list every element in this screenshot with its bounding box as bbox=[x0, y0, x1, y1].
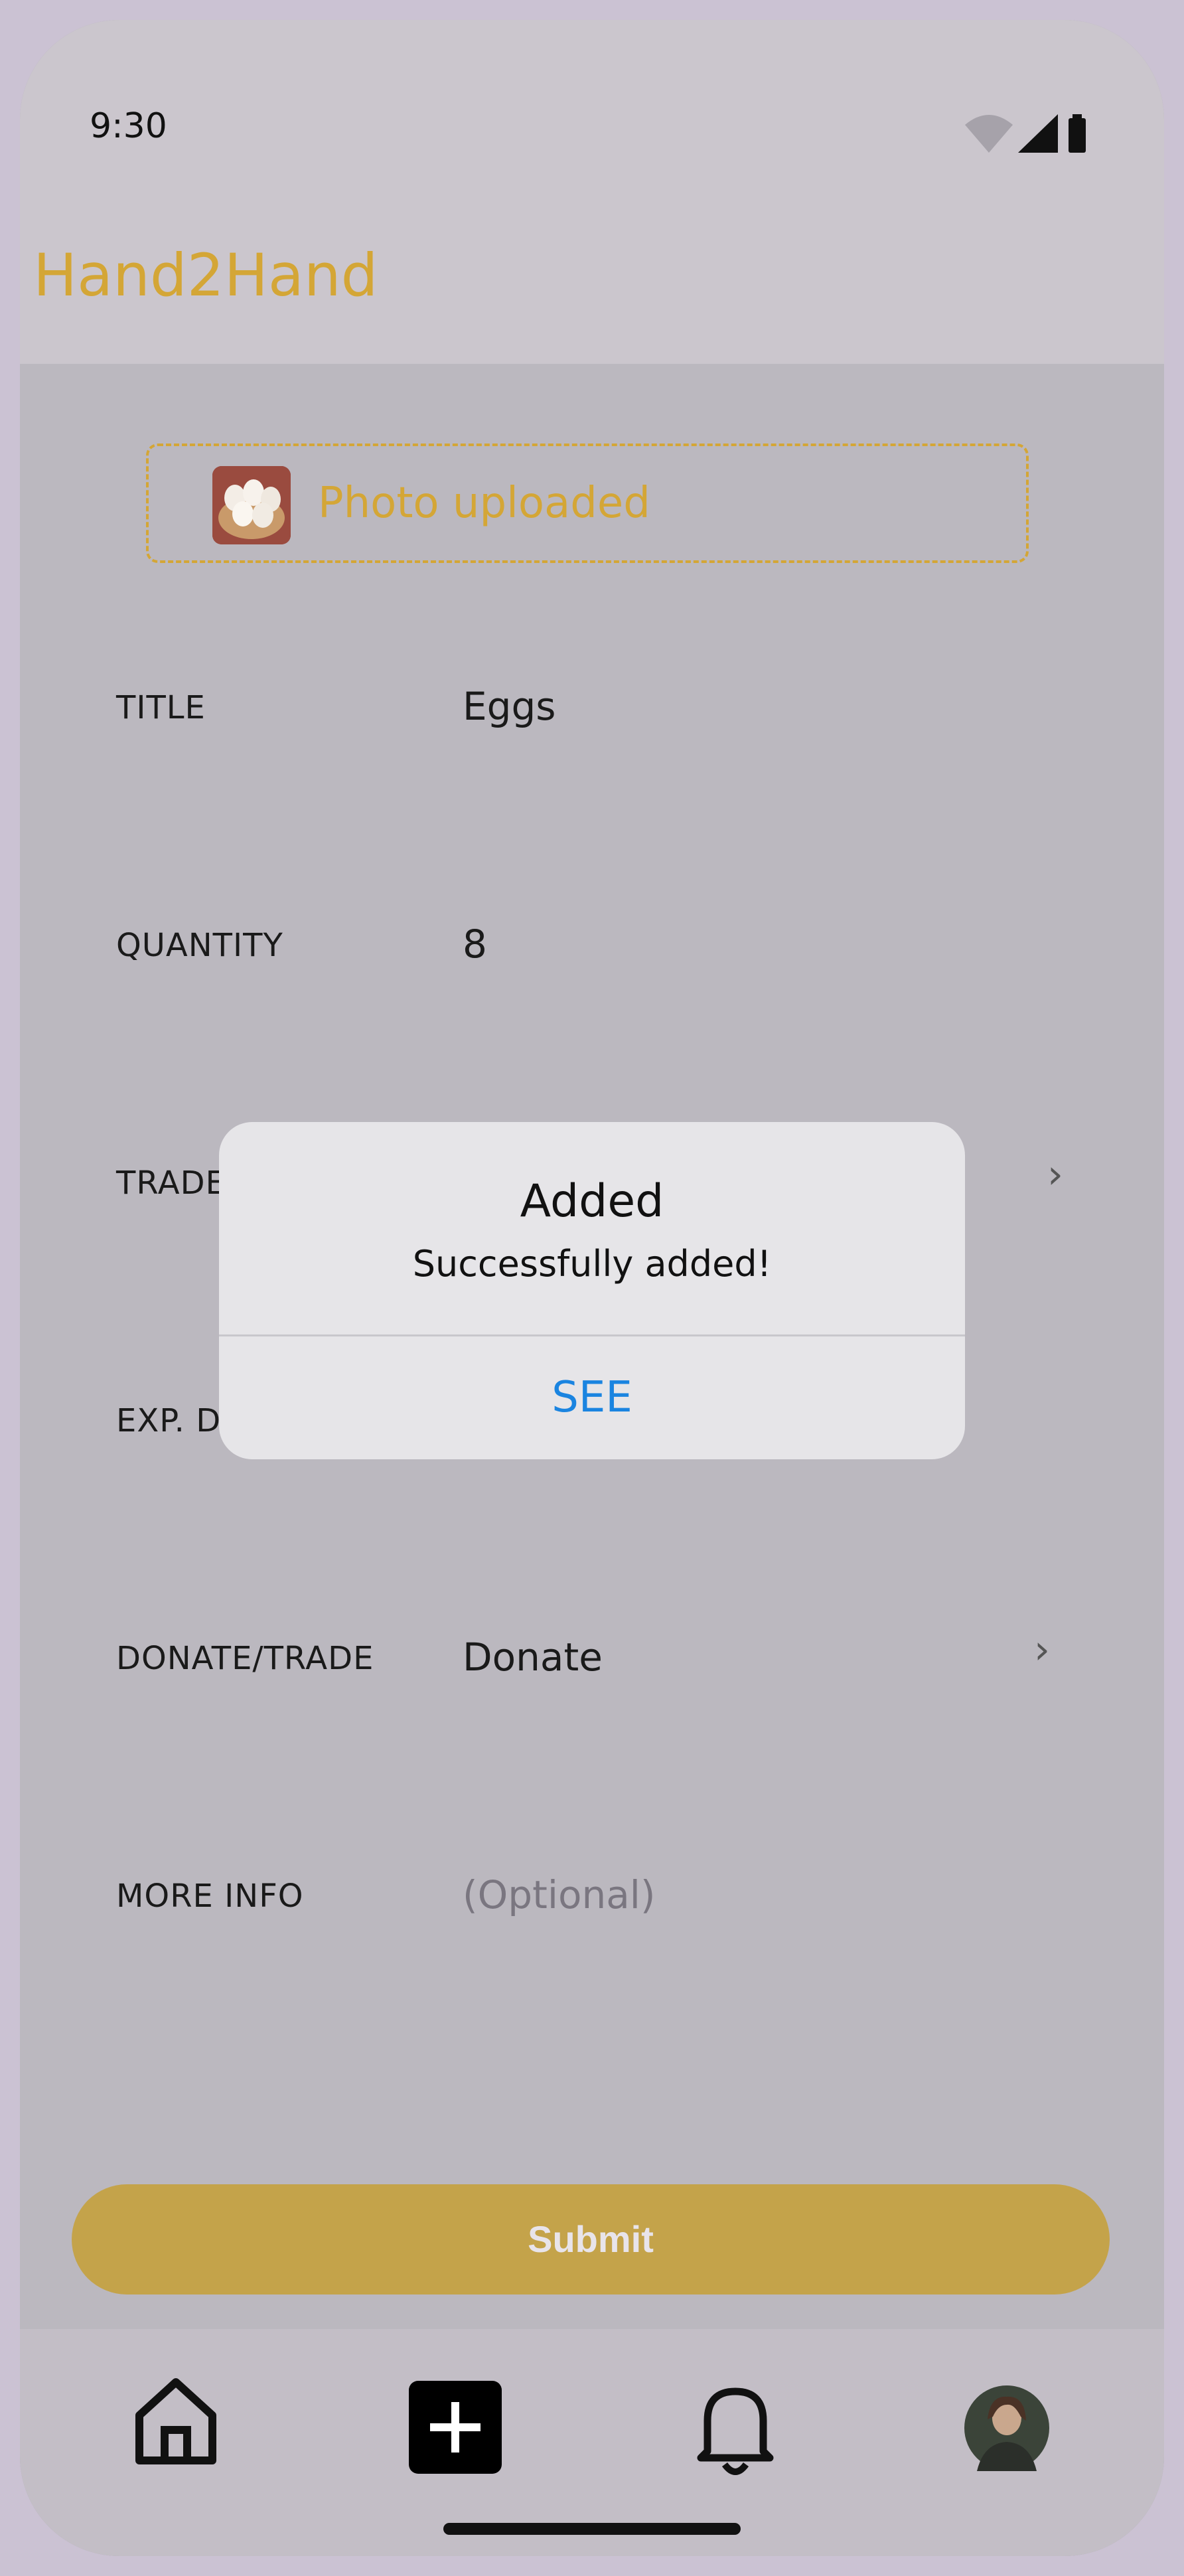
avatar[interactable] bbox=[964, 2385, 1050, 2474]
app-title: Hand2Hand bbox=[33, 241, 378, 309]
signal-icon bbox=[1018, 114, 1058, 153]
submit-button[interactable]: Submit bbox=[72, 2184, 1110, 2294]
added-dialog: Added Successfully added! SEE bbox=[219, 1122, 965, 1459]
see-button[interactable]: SEE bbox=[219, 1336, 965, 1459]
app-bar: Hand2Hand bbox=[20, 219, 1164, 364]
exp-date-label: EXP. D bbox=[116, 1402, 222, 1439]
trade-label: TRADE bbox=[116, 1165, 226, 1202]
home-indicator bbox=[443, 2523, 741, 2535]
status-time: 9:30 bbox=[90, 106, 167, 146]
more-info-field[interactable]: (Optional) bbox=[463, 1872, 655, 1917]
battery-icon bbox=[1069, 114, 1086, 153]
bell-icon[interactable] bbox=[696, 2379, 775, 2482]
status-icons bbox=[965, 112, 1098, 157]
add-icon[interactable] bbox=[409, 2381, 502, 2476]
photo-upload-box[interactable]: Photo uploaded bbox=[146, 443, 1029, 563]
wifi-icon bbox=[965, 115, 1013, 153]
trade-chevron-right-icon[interactable]: › bbox=[1047, 1151, 1063, 1198]
quantity-label: QUANTITY bbox=[116, 927, 283, 964]
donate-trade-chevron-right-icon[interactable]: › bbox=[1034, 1627, 1050, 1673]
dialog-title: Added bbox=[520, 1175, 664, 1228]
more-info-label: MORE INFO bbox=[116, 1878, 304, 1915]
dialog-message: Successfully added! bbox=[412, 1243, 772, 1285]
home-icon[interactable] bbox=[133, 2375, 219, 2471]
eggs-photo-icon bbox=[212, 466, 291, 544]
photo-upload-label: Photo uploaded bbox=[318, 479, 650, 528]
quantity-field[interactable]: 8 bbox=[463, 922, 487, 967]
status-bar: 9:30 bbox=[20, 20, 1164, 219]
title-field[interactable]: Eggs bbox=[463, 684, 556, 729]
phone-frame: 9:30 Hand2Hand Photo uploaded TITLE Eggs… bbox=[20, 20, 1164, 2556]
bottom-nav bbox=[20, 2329, 1164, 2556]
donate-trade-select[interactable]: Donate bbox=[463, 1635, 603, 1680]
title-label: TITLE bbox=[116, 689, 206, 726]
donate-trade-label: DONATE/TRADE bbox=[116, 1640, 374, 1677]
